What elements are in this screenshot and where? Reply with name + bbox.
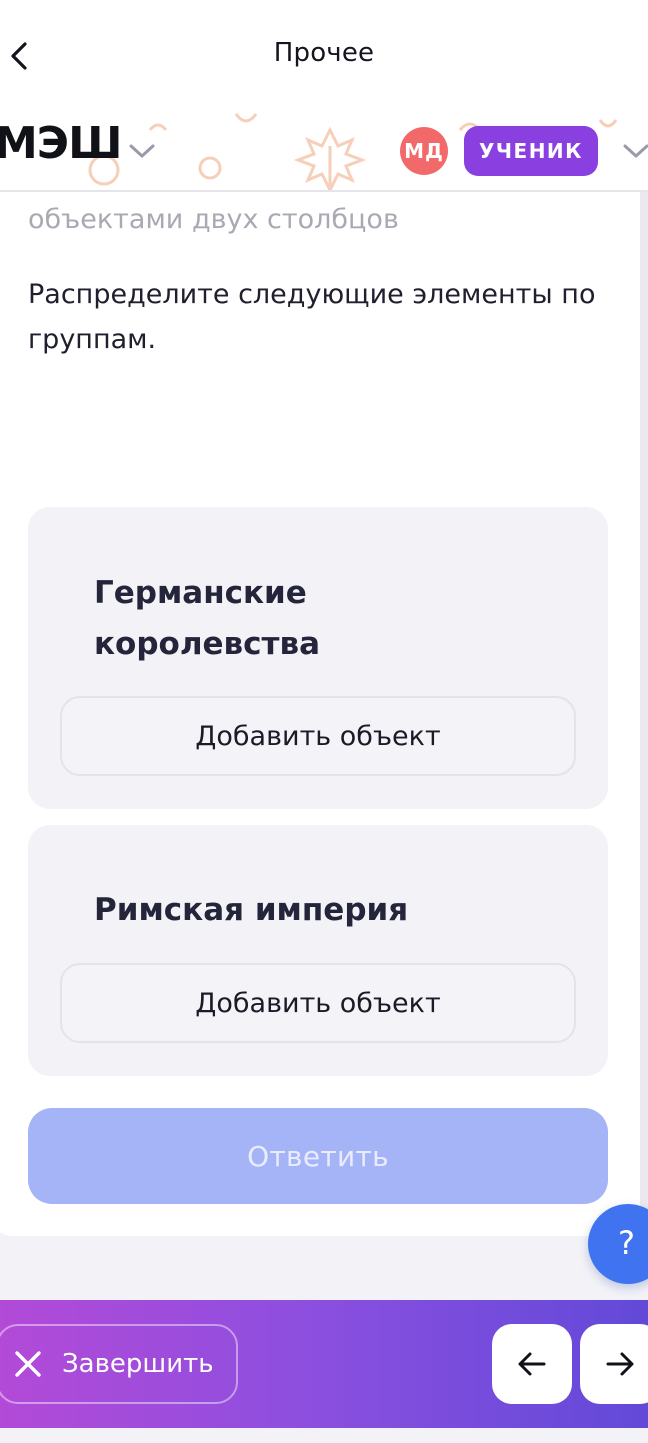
previous-question-button[interactable] xyxy=(492,1324,572,1404)
chevron-down-icon xyxy=(129,144,155,158)
page-title: Прочее xyxy=(273,38,375,68)
arrow-right-icon xyxy=(606,1352,634,1376)
finish-button[interactable]: Завершить xyxy=(0,1324,238,1404)
next-question-button[interactable] xyxy=(580,1324,648,1404)
task-instruction: Распределите следующие элементы по групп… xyxy=(28,279,596,355)
group-title: Германские королевства xyxy=(94,575,321,662)
app-header: МЭШ МД УЧЕНИК xyxy=(0,110,648,192)
finish-label: Завершить xyxy=(62,1349,214,1379)
service-menu-toggle[interactable] xyxy=(128,142,156,164)
group-title: Римская империя xyxy=(94,892,409,928)
account-menu-toggle[interactable] xyxy=(622,142,648,164)
chevron-down-icon xyxy=(623,144,648,158)
close-icon xyxy=(12,1348,44,1380)
mesh-logo[interactable]: МЭШ xyxy=(0,118,122,169)
group-card-germanic-kingdoms: Германские королевства Добавить объект xyxy=(28,507,608,809)
page: Прочее МЭШ МД УЧЕНИК объектами двух стол… xyxy=(0,0,648,1443)
task-hint: объектами двух столбцов xyxy=(28,204,399,235)
add-object-button[interactable]: Добавить объект xyxy=(60,963,576,1043)
group-card-roman-empire: Римская империя Добавить объект xyxy=(28,825,608,1076)
scrollbar[interactable] xyxy=(640,192,648,1236)
bottom-bar: Завершить xyxy=(0,1300,648,1428)
top-bar: Прочее xyxy=(0,0,648,110)
add-object-button[interactable]: Добавить объект xyxy=(60,696,576,776)
answer-button[interactable]: Ответить xyxy=(28,1108,608,1204)
arrow-left-icon xyxy=(518,1352,546,1376)
avatar[interactable]: МД xyxy=(400,127,448,175)
role-badge[interactable]: УЧЕНИК xyxy=(464,126,598,176)
